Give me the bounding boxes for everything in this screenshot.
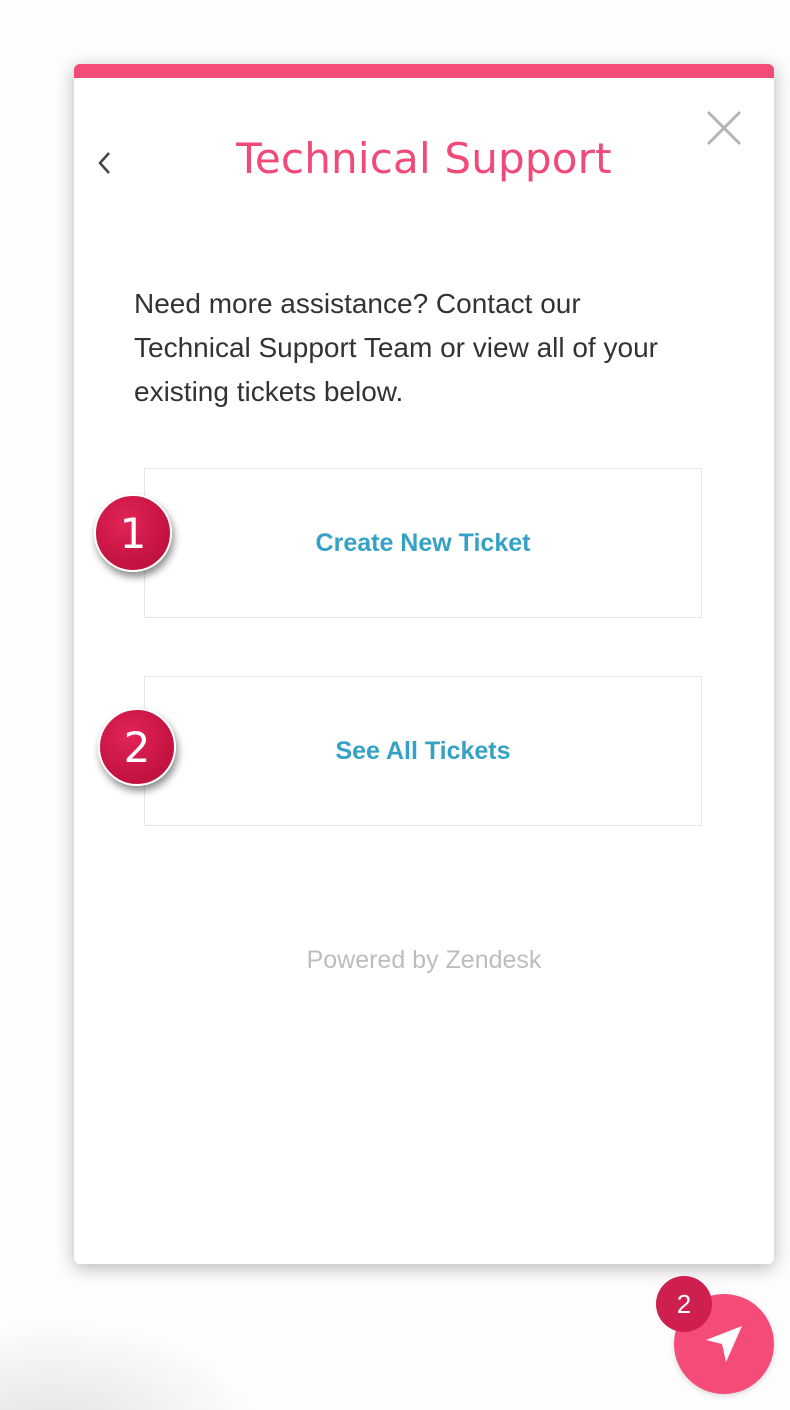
- powered-by-footer[interactable]: Powered by Zendesk: [74, 946, 774, 975]
- notification-count-badge: 2: [656, 1276, 712, 1332]
- create-new-ticket-button[interactable]: Create New Ticket: [144, 468, 702, 618]
- see-all-tickets-button[interactable]: See All Tickets: [144, 676, 702, 826]
- background-shade: [0, 1320, 260, 1410]
- step-annotation-1: 1: [94, 494, 172, 572]
- page: Technical Support Need more assistance? …: [0, 0, 790, 1410]
- widget-description: Need more assistance? Contact our Techni…: [134, 288, 658, 407]
- widget-accent-bar: [74, 64, 774, 78]
- step-annotation-2: 2: [98, 708, 176, 786]
- support-widget: Technical Support Need more assistance? …: [74, 64, 774, 1264]
- launcher-arrow-icon: [706, 1326, 742, 1362]
- widget-title: Technical Support: [236, 134, 612, 183]
